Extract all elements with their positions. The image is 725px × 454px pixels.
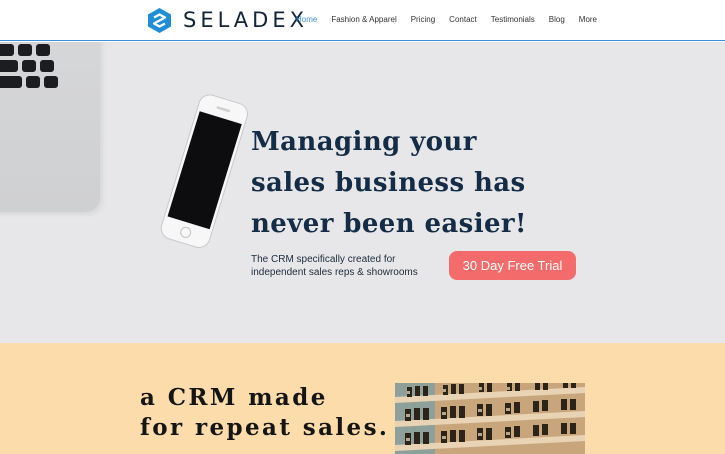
shelf-photo [395,383,585,454]
nav-item-blog[interactable]: Blog [549,15,565,24]
hero-title-line: never been easier! [251,209,527,239]
section-title-line: for repeat sales. [140,414,390,441]
nav-item-pricing[interactable]: Pricing [411,15,435,24]
site-header: SELADEX Home Fashion & Apparel Pricing C… [0,0,725,41]
brand-name: SELADEX [183,8,308,32]
logo[interactable]: SELADEX [146,6,308,34]
seladex-logo-icon [148,7,171,33]
hero-title-line: sales business has [251,168,526,198]
section-title: a CRM made for repeat sales. [140,383,389,443]
nav-item-contact[interactable]: Contact [449,15,477,24]
free-trial-button[interactable]: 30 Day Free Trial [449,251,576,280]
hero-subtitle: The CRM specifically created for indepen… [251,253,418,279]
nav-item-more[interactable]: More [579,15,597,24]
hero-title: Managing your sales business has never b… [251,122,551,245]
laptop-image [0,42,100,212]
hero-section: Managing your sales business has never b… [0,42,725,343]
nav-item-home[interactable]: Home [296,15,317,24]
main-nav: Home Fashion & Apparel Pricing Contact T… [296,15,597,24]
hero-subtitle-line: independent sales reps & showrooms [251,267,418,278]
hero-title-line: Managing your [251,127,477,157]
nav-item-fashion-apparel[interactable]: Fashion & Apparel [331,15,396,24]
phone-image [160,94,248,249]
repeat-sales-section: a CRM made for repeat sales. [0,343,725,454]
section-title-line: a CRM made [140,384,328,411]
nav-item-testimonials[interactable]: Testimonials [491,15,535,24]
hero-subtitle-line: The CRM specifically created for [251,254,396,265]
